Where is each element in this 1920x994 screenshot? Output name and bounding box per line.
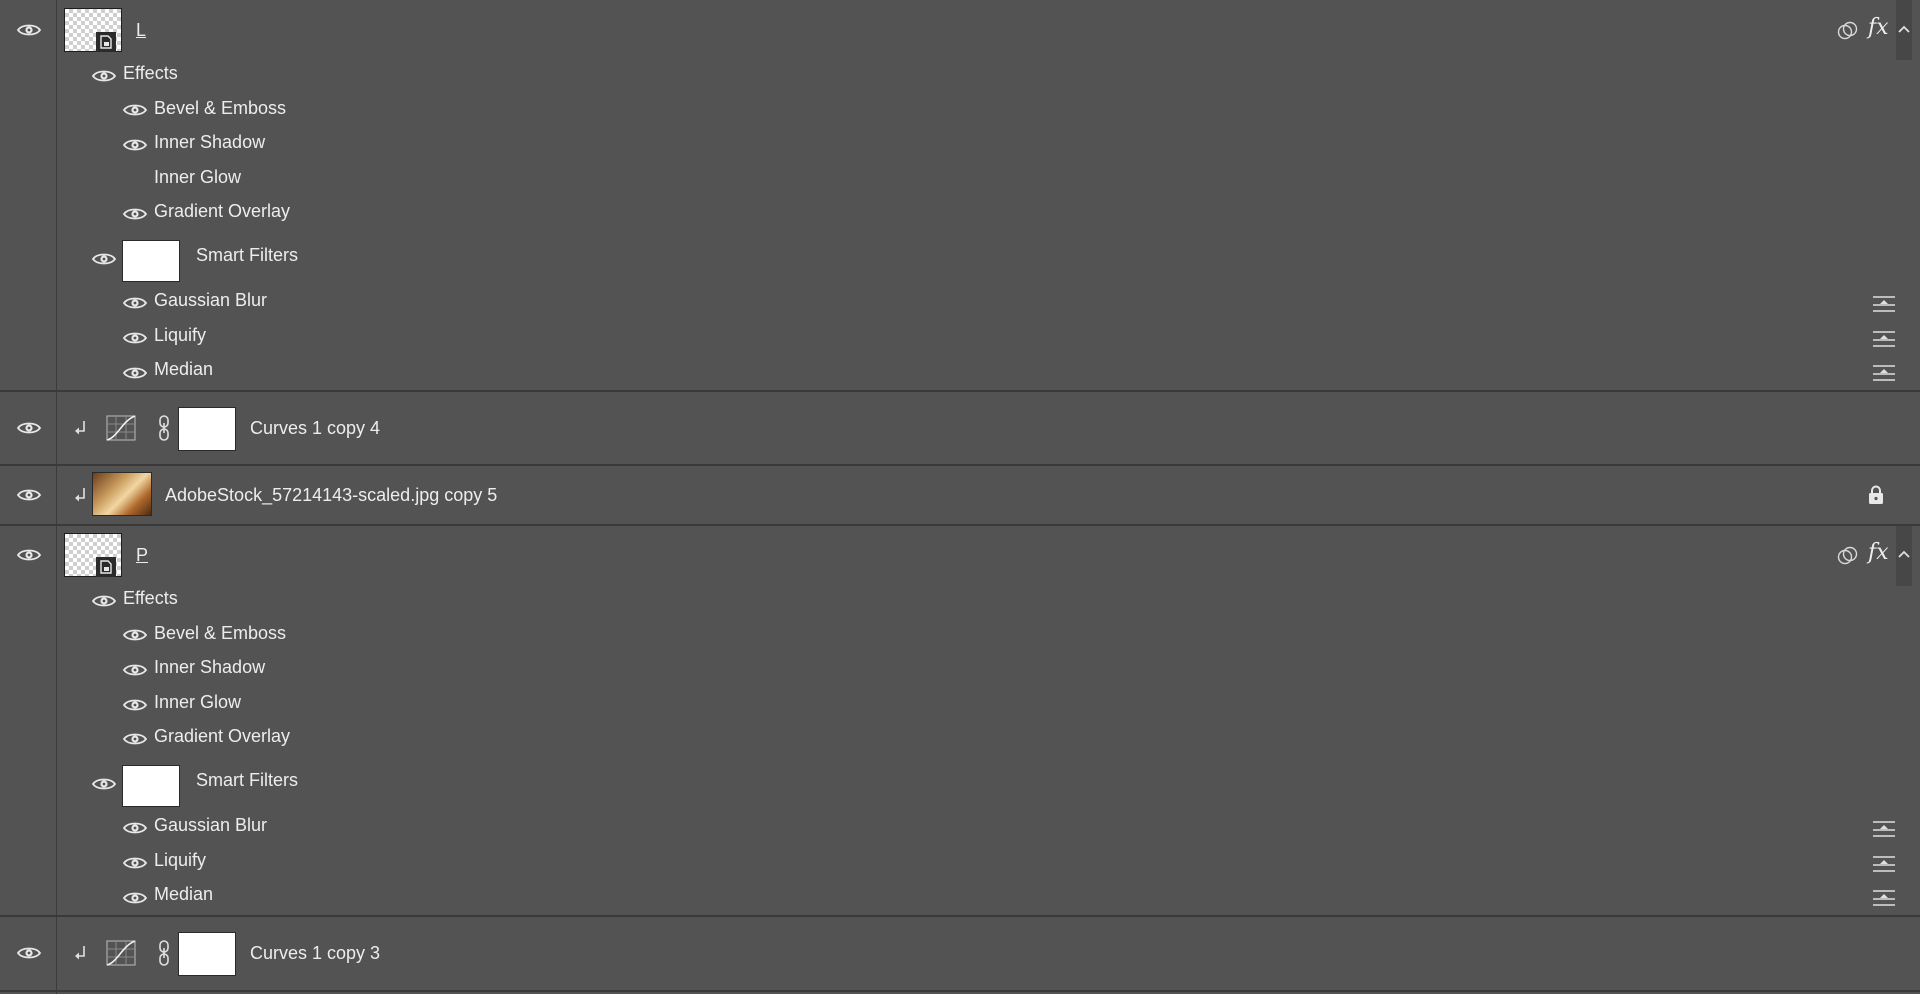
effects-label[interactable]: Effects	[123, 587, 178, 609]
effect-item[interactable]: Inner Shadow	[154, 131, 265, 153]
eye-icon[interactable]	[17, 488, 41, 502]
clipping-arrow-icon	[74, 487, 88, 503]
eye-icon[interactable]	[123, 821, 147, 835]
smart-filter-mask-thumbnail[interactable]	[122, 765, 180, 807]
layer-name[interactable]: AdobeStock_57214143-scaled.jpg copy 5	[165, 484, 497, 506]
effect-item[interactable]: Bevel & Emboss	[154, 97, 286, 119]
collapse-toggle[interactable]	[1896, 526, 1912, 586]
eye-icon[interactable]	[17, 23, 41, 37]
eye-icon[interactable]	[123, 698, 147, 712]
filter-item[interactable]: Liquify	[154, 849, 206, 871]
smart-filters-label[interactable]: Smart Filters	[196, 769, 298, 791]
layer-mask-thumbnail[interactable]	[178, 932, 236, 976]
blend-circles-icon[interactable]	[1837, 546, 1859, 566]
eye-icon[interactable]	[123, 366, 147, 380]
eye-icon[interactable]	[123, 856, 147, 870]
effect-item[interactable]: Gradient Overlay	[154, 200, 290, 222]
eye-icon[interactable]	[123, 331, 147, 345]
eye-icon[interactable]	[17, 946, 41, 960]
layers-panel: L fx Effects Bevel & Emboss Inner Shadow…	[0, 0, 1920, 994]
filter-blending-options-icon[interactable]	[1872, 820, 1896, 838]
clipping-arrow-icon	[74, 945, 88, 961]
clipping-arrow-icon	[74, 420, 88, 436]
filter-blending-options-icon[interactable]	[1872, 330, 1896, 348]
eye-icon[interactable]	[92, 594, 116, 608]
collapse-toggle[interactable]	[1896, 0, 1912, 60]
curves-adjustment-icon[interactable]	[106, 415, 136, 441]
filter-item[interactable]: Median	[154, 358, 213, 380]
eye-icon[interactable]	[92, 69, 116, 83]
effect-item[interactable]: Gradient Overlay	[154, 725, 290, 747]
layer-mask-thumbnail[interactable]	[178, 407, 236, 451]
layer-name[interactable]: P	[136, 544, 148, 566]
effects-label[interactable]: Effects	[123, 62, 178, 84]
layer-name[interactable]: Curves 1 copy 4	[250, 417, 380, 439]
smart-filter-mask-thumbnail[interactable]	[122, 240, 180, 282]
photo-thumbnail	[92, 472, 152, 516]
fx-icon[interactable]: fx	[1868, 17, 1889, 39]
blend-circles-icon[interactable]	[1837, 21, 1859, 41]
eye-icon[interactable]	[123, 732, 147, 746]
curves-adjustment-icon[interactable]	[106, 940, 136, 966]
chain-link-icon[interactable]	[157, 414, 171, 442]
filter-item[interactable]: Liquify	[154, 324, 206, 346]
effect-item[interactable]: Inner Shadow	[154, 656, 265, 678]
eye-icon[interactable]	[17, 548, 41, 562]
eye-icon[interactable]	[123, 207, 147, 221]
lock-icon[interactable]	[1867, 485, 1885, 505]
smart-filters-label[interactable]: Smart Filters	[196, 244, 298, 266]
layer-separator	[0, 390, 1920, 392]
chevron-up-icon[interactable]	[1897, 549, 1911, 559]
effect-item[interactable]: Inner Glow	[154, 166, 241, 188]
layer-separator	[0, 524, 1920, 526]
smart-object-badge-icon	[96, 32, 116, 52]
eye-icon[interactable]	[17, 421, 41, 435]
filter-blending-options-icon[interactable]	[1872, 889, 1896, 907]
filter-blending-options-icon[interactable]	[1872, 364, 1896, 382]
effect-item[interactable]: Inner Glow	[154, 691, 241, 713]
layer-separator	[0, 464, 1920, 466]
filter-item[interactable]: Median	[154, 883, 213, 905]
eye-icon[interactable]	[123, 663, 147, 677]
filter-item[interactable]: Gaussian Blur	[154, 814, 267, 836]
layer-name[interactable]: Curves 1 copy 3	[250, 942, 380, 964]
filter-item[interactable]: Gaussian Blur	[154, 289, 267, 311]
eye-icon[interactable]	[123, 103, 147, 117]
eye-icon[interactable]	[92, 252, 116, 266]
effect-item[interactable]: Bevel & Emboss	[154, 622, 286, 644]
smart-object-badge-icon	[96, 557, 116, 577]
eye-icon[interactable]	[123, 628, 147, 642]
chevron-up-icon[interactable]	[1897, 24, 1911, 34]
fx-icon[interactable]: fx	[1868, 542, 1889, 564]
eye-icon[interactable]	[92, 777, 116, 791]
filter-blending-options-icon[interactable]	[1872, 855, 1896, 873]
eye-icon[interactable]	[123, 891, 147, 905]
eye-icon[interactable]	[123, 296, 147, 310]
layer-separator	[0, 915, 1920, 917]
filter-blending-options-icon[interactable]	[1872, 295, 1896, 313]
chain-link-icon[interactable]	[157, 939, 171, 967]
layer-name[interactable]: L	[136, 19, 146, 41]
layer-separator	[0, 990, 1920, 992]
eye-icon[interactable]	[123, 138, 147, 152]
